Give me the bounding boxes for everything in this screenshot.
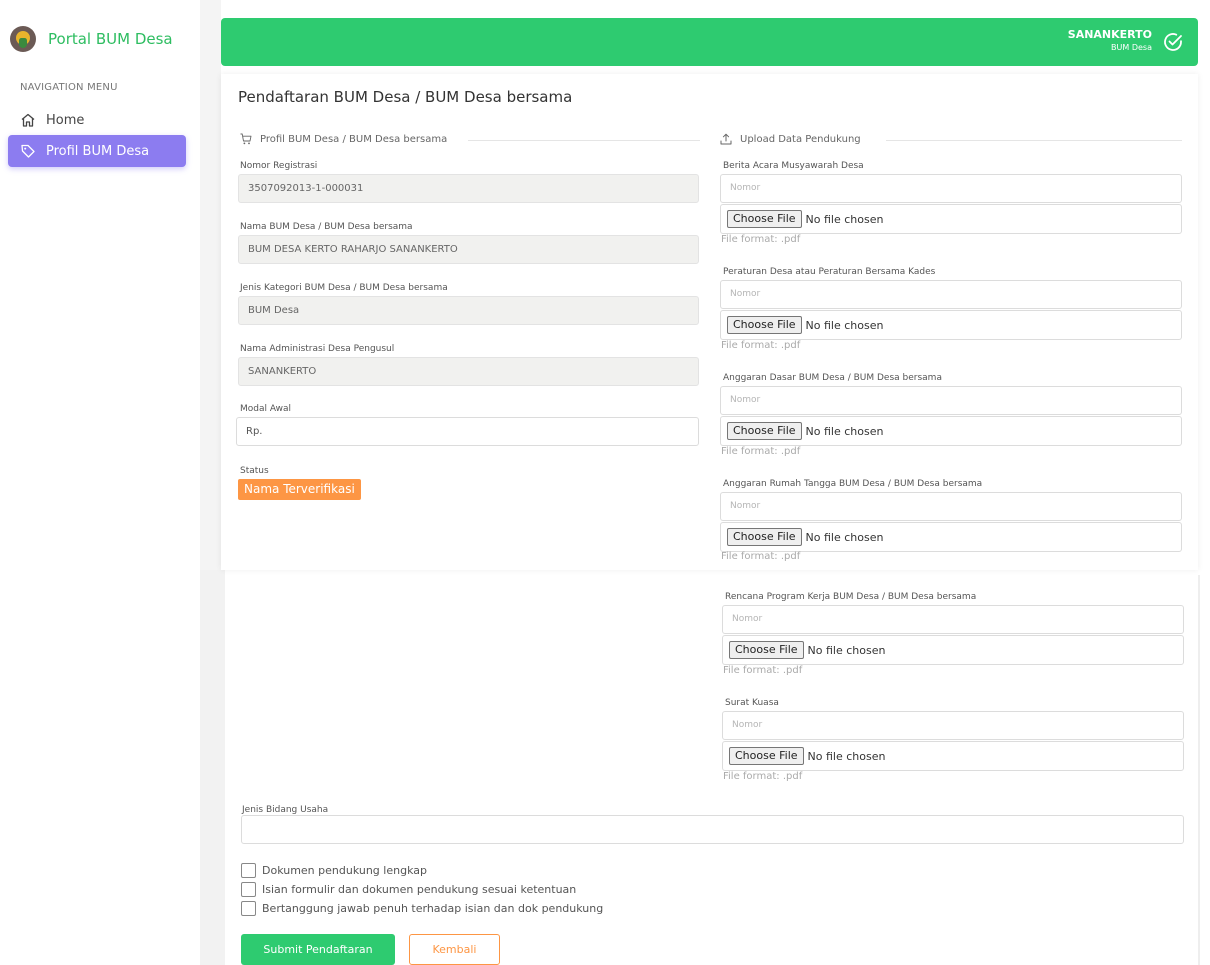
doc-label-anggaran-rumah-tangga: Anggaran Rumah Tangga BUM Desa / BUM Des… <box>723 479 983 489</box>
modal-awal-input[interactable]: Rp. <box>236 417 699 446</box>
file-format-hint: File format: .pdf <box>721 551 801 562</box>
doc-label-rencana-program: Rencana Program Kerja BUM Desa / BUM Des… <box>725 592 977 602</box>
jenis-kategori-label: Jenis Kategori BUM Desa / BUM Desa bersa… <box>240 283 448 293</box>
page-title: Pendaftaran BUM Desa / BUM Desa bersama <box>238 88 573 106</box>
file-input[interactable]: Choose File No file chosen <box>720 204 1182 234</box>
file-input[interactable]: Choose File No file chosen <box>720 522 1182 552</box>
status-label: Status <box>240 466 269 476</box>
checkbox[interactable] <box>241 882 256 897</box>
file-format-hint: File format: .pdf <box>721 234 801 245</box>
file-status: No file chosen <box>805 424 884 438</box>
nomor-input[interactable]: Nomor <box>720 492 1182 521</box>
checkbox-tanggung-jawab[interactable]: Bertanggung jawab penuh terhadap isian d… <box>241 901 603 916</box>
checkbox-label: Isian formulir dan dokumen pendukung ses… <box>262 883 577 896</box>
file-format-hint: File format: .pdf <box>723 771 803 782</box>
brand-name: Portal BUM Desa <box>48 30 173 48</box>
sidebar-item-home[interactable]: Home <box>8 104 186 136</box>
file-input[interactable]: Choose File No file chosen <box>722 741 1184 771</box>
checkbox-label: Bertanggung jawab penuh terhadap isian d… <box>262 902 604 915</box>
topbar: SANANKERTO BUM Desa <box>221 18 1198 66</box>
nama-administrasi-field[interactable]: SANANKERTO <box>238 357 699 386</box>
sidebar-item-profil[interactable]: Profil BUM Desa <box>8 135 186 167</box>
file-format-hint: File format: .pdf <box>723 665 803 676</box>
profil-section-header: Profil BUM Desa / BUM Desa bersama <box>240 133 447 145</box>
file-format-hint: File format: .pdf <box>721 340 801 351</box>
nama-administrasi-label: Nama Administrasi Desa Pengusul <box>240 344 395 354</box>
checkbox-label: Dokumen pendukung lengkap <box>262 864 427 877</box>
nama-bum-desa-label: Nama BUM Desa / BUM Desa bersama <box>240 222 413 232</box>
logo-icon <box>10 26 36 52</box>
checkbox[interactable] <box>241 863 256 878</box>
nomor-placeholder: Nomor <box>730 289 761 299</box>
section-title: Upload Data Pendukung <box>740 133 861 145</box>
choose-file-button[interactable]: Choose File <box>727 422 802 440</box>
user-role: BUM Desa <box>1111 43 1152 52</box>
upload-icon <box>720 133 732 145</box>
sidebar-item-label: Profil BUM Desa <box>46 143 150 159</box>
checkbox-dokumen-lengkap[interactable]: Dokumen pendukung lengkap <box>241 863 427 878</box>
nomor-placeholder: Nomor <box>732 720 763 730</box>
doc-label-anggaran-dasar: Anggaran Dasar BUM Desa / BUM Desa bersa… <box>723 373 942 383</box>
doc-label-berita-acara: Berita Acara Musyawarah Desa <box>723 161 864 171</box>
tag-icon <box>21 144 35 158</box>
sidebar: Portal BUM Desa NAVIGATION MENU Home Pro… <box>0 0 200 965</box>
file-input[interactable]: Choose File No file chosen <box>720 416 1182 446</box>
nomor-placeholder: Nomor <box>730 183 761 193</box>
section-title: Profil BUM Desa / BUM Desa bersama <box>260 133 448 145</box>
user-name: SANANKERTO <box>1067 28 1152 41</box>
bidang-usaha-label: Jenis Bidang Usaha <box>242 805 329 815</box>
nama-bum-desa-field[interactable]: BUM DESA KERTO RAHARJO SANANKERTO <box>238 235 699 264</box>
content-gutter <box>200 0 221 570</box>
nav-heading: NAVIGATION MENU <box>20 82 118 93</box>
status-badge: Nama Terverifikasi <box>238 479 361 500</box>
choose-file-button[interactable]: Choose File <box>729 747 804 765</box>
nomor-input[interactable]: Nomor <box>720 386 1182 415</box>
check-circle-icon[interactable] <box>1162 31 1184 53</box>
divider <box>886 140 1182 141</box>
content-gutter-lower <box>200 570 225 965</box>
doc-label-peraturan-desa: Peraturan Desa atau Peraturan Bersama Ka… <box>723 267 936 277</box>
nomor-registrasi-label: Nomor Registrasi <box>240 161 318 171</box>
nomor-registrasi-field[interactable]: 3507092013-1-000031 <box>238 174 699 203</box>
choose-file-button[interactable]: Choose File <box>729 641 804 659</box>
nomor-placeholder: Nomor <box>730 395 761 405</box>
modal-awal-label: Modal Awal <box>240 404 292 414</box>
bidang-usaha-input[interactable] <box>241 815 1184 844</box>
upload-section-header: Upload Data Pendukung <box>720 133 861 145</box>
jenis-kategori-field[interactable]: BUM Desa <box>238 296 699 325</box>
file-status: No file chosen <box>807 643 886 657</box>
checkbox[interactable] <box>241 901 256 916</box>
choose-file-button[interactable]: Choose File <box>727 210 802 228</box>
choose-file-button[interactable]: Choose File <box>727 316 802 334</box>
choose-file-button[interactable]: Choose File <box>727 528 802 546</box>
file-status: No file chosen <box>805 530 884 544</box>
doc-label-surat-kuasa: Surat Kuasa <box>725 698 779 708</box>
checkbox-sesuai-ketentuan[interactable]: Isian formulir dan dokumen pendukung ses… <box>241 882 576 897</box>
brand[interactable]: Portal BUM Desa <box>10 26 173 52</box>
file-input[interactable]: Choose File No file chosen <box>720 310 1182 340</box>
file-status: No file chosen <box>805 212 884 226</box>
nomor-placeholder: Nomor <box>732 614 763 624</box>
divider <box>468 140 700 141</box>
cart-icon <box>240 133 252 145</box>
submit-button[interactable]: Submit Pendaftaran <box>241 934 395 965</box>
nomor-input[interactable]: Nomor <box>720 280 1182 309</box>
file-format-hint: File format: .pdf <box>721 446 801 457</box>
nomor-input[interactable]: Nomor <box>722 711 1184 740</box>
back-button[interactable]: Kembali <box>409 934 500 965</box>
sidebar-item-label: Home <box>46 112 85 128</box>
file-input[interactable]: Choose File No file chosen <box>722 635 1184 665</box>
nomor-placeholder: Nomor <box>730 501 761 511</box>
file-status: No file chosen <box>805 318 884 332</box>
nomor-input[interactable]: Nomor <box>720 174 1182 203</box>
home-icon <box>21 113 35 127</box>
nomor-input[interactable]: Nomor <box>722 605 1184 634</box>
file-status: No file chosen <box>807 749 886 763</box>
